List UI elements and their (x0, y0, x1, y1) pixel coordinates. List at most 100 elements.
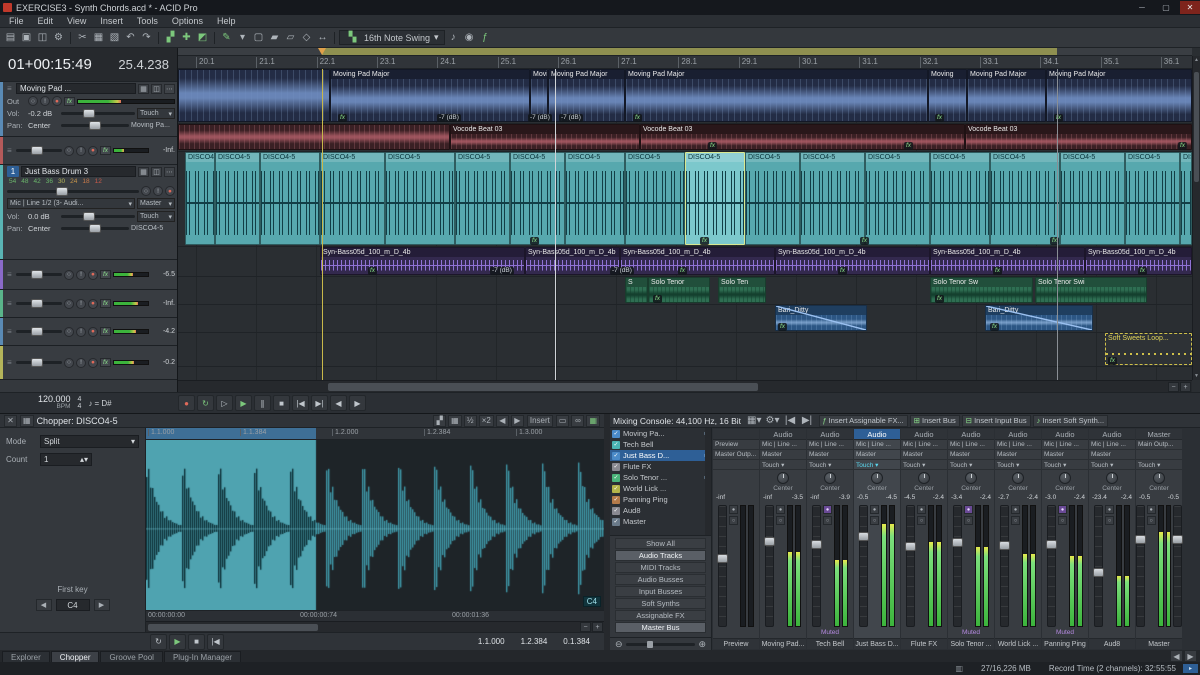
channel-solo-button[interactable]: ○ (729, 516, 738, 525)
zoom-in-button[interactable]: + (1180, 382, 1191, 392)
pan-knob[interactable] (871, 472, 883, 484)
audio-event[interactable]: S (625, 277, 648, 303)
dock-scroll-left-icon[interactable]: ◀ (1170, 650, 1183, 662)
audio-event[interactable]: DISCO4-5 (565, 152, 625, 245)
track-more-button[interactable]: ⋯ (164, 167, 175, 177)
timeline[interactable]: 20.121.122.123.124.125.126.127.128.129.1… (178, 48, 1200, 392)
chopper-loop-button[interactable]: ↻ (150, 634, 167, 650)
event-fx-badge[interactable]: fx (1138, 267, 1147, 275)
event-fx-badge[interactable]: fx (935, 295, 944, 303)
channel-automation-select[interactable] (713, 460, 759, 470)
menu-insert[interactable]: Insert (93, 16, 130, 26)
track-solo-button[interactable]: ! (76, 358, 86, 368)
audio-event[interactable]: DISCO4-5 (1180, 152, 1192, 245)
channel-output-select[interactable]: Master (1089, 450, 1135, 460)
track-fx-button[interactable]: fx (100, 270, 111, 279)
channel-input-select[interactable]: Mic | Line ... (995, 440, 1041, 450)
swing-select[interactable]: ▚ 16th Note Swing ▾ (339, 30, 445, 45)
channel-fader[interactable] (1000, 505, 1009, 627)
track-drag-handle[interactable]: ≡ (7, 358, 14, 367)
audio-event[interactable]: DISCO4-5 (865, 152, 930, 245)
volume-slider[interactable] (61, 215, 135, 218)
channel-output-select[interactable]: Master (760, 450, 806, 460)
vertical-scroll-thumb[interactable] (1194, 72, 1199, 182)
track-header[interactable]: ≡○!●fx-6.5 (0, 260, 177, 290)
event-fx-badge[interactable]: fx (653, 295, 662, 303)
tempo-block[interactable]: 120.000 BPM 4 4 ♪ = D# (0, 395, 178, 411)
insert-assignable-fx-button[interactable]: ƒInsert Assignable FX... (819, 415, 908, 427)
track-mute-button[interactable]: ○ (28, 96, 38, 106)
audio-event[interactable]: Moving Pad Major (625, 69, 928, 122)
automation-mode-select[interactable]: Touch▾ (137, 211, 175, 222)
chopper-zoom-in-button[interactable]: + (592, 622, 603, 632)
audio-event[interactable]: Moving Pad Major (967, 69, 1046, 122)
track-checkbox[interactable]: ✓ (612, 507, 620, 515)
fader-handle[interactable] (811, 540, 822, 549)
filter-show-all[interactable]: Show All (615, 538, 706, 549)
pan-slider[interactable] (61, 124, 129, 127)
draw-tool-icon[interactable]: ✎ (219, 30, 234, 45)
time-signature[interactable]: 4 4 (78, 396, 82, 410)
fader-handle[interactable] (764, 537, 775, 546)
track-phase-button[interactable]: ▦ (138, 84, 149, 94)
auto-crossfade-icon[interactable]: ◩ (195, 30, 210, 45)
menu-view[interactable]: View (60, 16, 93, 26)
track-drag-handle[interactable]: ≡ (7, 146, 14, 155)
audio-event[interactable]: DISCO4-5 (930, 152, 990, 245)
track-volume-slider[interactable] (7, 190, 139, 193)
chopper-play-button[interactable]: ▶ (169, 634, 186, 650)
chopper-link-icon[interactable]: ∞ (571, 415, 584, 427)
channel-fader[interactable] (906, 505, 915, 627)
dock-scroll-right-icon[interactable]: ▶ (1184, 650, 1197, 662)
menu-options[interactable]: Options (165, 16, 210, 26)
track-mute-button[interactable]: ○ (64, 358, 74, 368)
track-mute-button[interactable]: ○ (64, 146, 74, 156)
mixer-track-list-item[interactable]: ✓Flute FX (610, 461, 711, 472)
chopper-insert-button[interactable]: Insert (527, 415, 553, 427)
event-fx-badge[interactable]: fx (904, 142, 913, 150)
chopper-shift-right-icon[interactable]: ▶ (511, 415, 524, 427)
marker-bar[interactable] (178, 48, 1192, 56)
scroll-down-icon[interactable]: ▼ (1193, 372, 1200, 380)
status-corner-button[interactable]: ▸ (1183, 664, 1198, 673)
audio-event[interactable]: Syn-Bass05d_100_m_D_4b (525, 247, 620, 275)
channel-fader[interactable] (765, 505, 774, 627)
zoom-in-icon[interactable]: ⊕ (698, 639, 706, 650)
slider-knob[interactable] (31, 327, 43, 336)
menu-edit[interactable]: Edit (31, 16, 61, 26)
audio-event[interactable]: DISCO4-5 (185, 152, 215, 245)
track-volume-slider[interactable] (16, 302, 62, 305)
track-name-input[interactable]: Moving Pad ... (16, 83, 136, 94)
event-fx-badge[interactable]: fx (1054, 114, 1063, 122)
audio-event[interactable]: Syn-Bass05d_100_m_D_4b (775, 247, 930, 275)
track-fx-button[interactable]: fx (100, 146, 111, 155)
horizontal-scroll-thumb[interactable] (328, 383, 758, 391)
chopper-double-selection-icon[interactable]: ×2 (479, 415, 494, 427)
mixer-channel-strip[interactable]: AudioMic | Line ...MasterTouch ▾Center-2… (995, 429, 1041, 649)
mixer-track-list-item[interactable]: ✓Panning Ping (610, 494, 711, 505)
count-stepper[interactable]: 1▴▾ (40, 453, 92, 466)
audio-event[interactable]: DISCO4-5 (455, 152, 510, 245)
properties-icon[interactable]: ⚙ (51, 30, 66, 45)
filter-midi-tracks[interactable]: MIDI Tracks (615, 562, 706, 573)
channel-automation-select[interactable]: Touch ▾ (1042, 460, 1088, 470)
track-header[interactable]: ≡○!●fx-Inf. (0, 137, 177, 165)
mixer-zoom-slider[interactable] (626, 643, 696, 646)
script-icon[interactable]: ƒ (478, 30, 493, 45)
track-solo-button[interactable]: ! (76, 327, 86, 337)
channel-solo-button[interactable]: ○ (1147, 516, 1156, 525)
audio-event[interactable]: DISCO4-5 (215, 152, 260, 245)
track-solo-button[interactable]: ! (40, 96, 50, 106)
loop-region[interactable] (322, 48, 1057, 55)
track-checkbox[interactable]: ✓ (612, 485, 620, 493)
channel-solo-button[interactable]: ○ (964, 516, 973, 525)
menu-tools[interactable]: Tools (130, 16, 165, 26)
channel-solo-button[interactable]: ○ (1105, 516, 1114, 525)
track-arm-button[interactable]: ● (88, 327, 98, 337)
track-arm-button[interactable]: ● (88, 299, 98, 309)
channel-automation-select[interactable]: Touch ▾ (807, 460, 853, 470)
play-from-start-button[interactable]: ▷ (216, 395, 233, 411)
record-button[interactable]: ● (178, 395, 195, 411)
chopper-waveform[interactable]: C4 (146, 440, 604, 610)
volume-slider[interactable] (61, 112, 135, 115)
